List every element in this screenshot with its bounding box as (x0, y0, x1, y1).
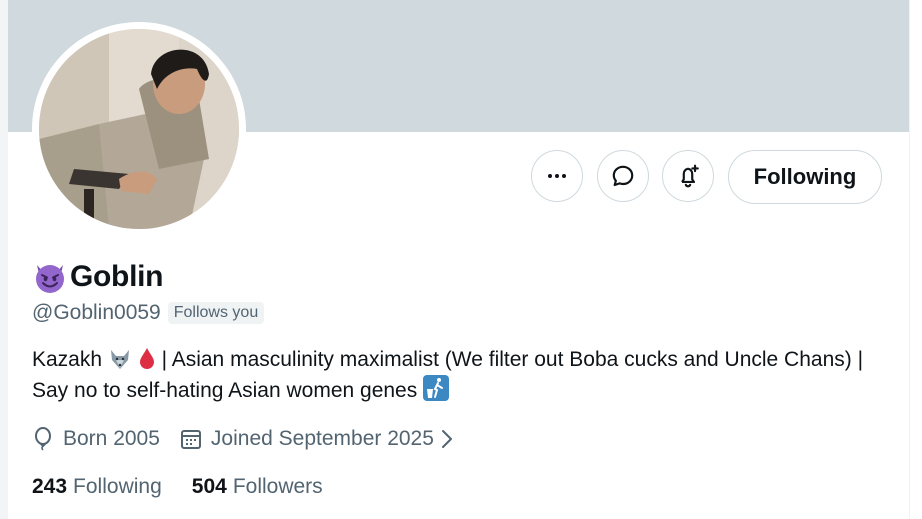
follow-stats: 243 Following 504 Followers (32, 472, 323, 502)
message-icon (612, 165, 634, 187)
followers-stat[interactable]: 504 Followers (192, 475, 323, 499)
profile-name-row: Goblin (32, 258, 163, 296)
avatar-photo (39, 29, 239, 229)
calendar-icon (180, 428, 202, 450)
born-text: Born 2005 (63, 427, 160, 450)
profile-bio: Kazakh | Asian masculinity maximalist (W… (32, 345, 882, 406)
joined-date[interactable]: Joined September 2025 (180, 427, 453, 451)
page-left-edge (0, 0, 8, 519)
smiling-face-with-horns-emoji (36, 265, 64, 293)
joined-text: Joined September 2025 (210, 427, 434, 450)
followers-count: 504 (191, 475, 227, 498)
follows-you-badge: Follows you (167, 302, 265, 324)
bell-plus-icon (681, 164, 699, 188)
following-stat[interactable]: 243 Following (32, 475, 162, 499)
user-handle: @Goblin0059 (32, 301, 161, 324)
balloon-icon (32, 427, 54, 451)
drop-of-blood-emoji (139, 348, 154, 369)
display-name: Goblin (70, 260, 164, 293)
notify-button[interactable] (662, 150, 714, 202)
page-right-edge (909, 0, 922, 519)
following-label: Following (73, 475, 162, 498)
more-icon (548, 174, 566, 178)
profile-meta: Born 2005 Joined September 2025 (32, 424, 453, 454)
following-count: 243 (32, 475, 68, 498)
bio-text-start: Kazakh (32, 348, 103, 371)
followers-label: Followers (232, 475, 323, 498)
message-button[interactable] (597, 150, 649, 202)
chevron-right-icon (441, 429, 453, 449)
more-button[interactable] (531, 150, 583, 202)
handle-row: @Goblin0059 Follows you (32, 300, 265, 326)
avatar[interactable] (39, 29, 239, 229)
born-date: Born 2005 (32, 427, 160, 451)
wolf-emoji (110, 350, 129, 369)
following-button[interactable]: Following (728, 150, 882, 204)
put-litter-in-its-place-emoji (423, 375, 450, 401)
